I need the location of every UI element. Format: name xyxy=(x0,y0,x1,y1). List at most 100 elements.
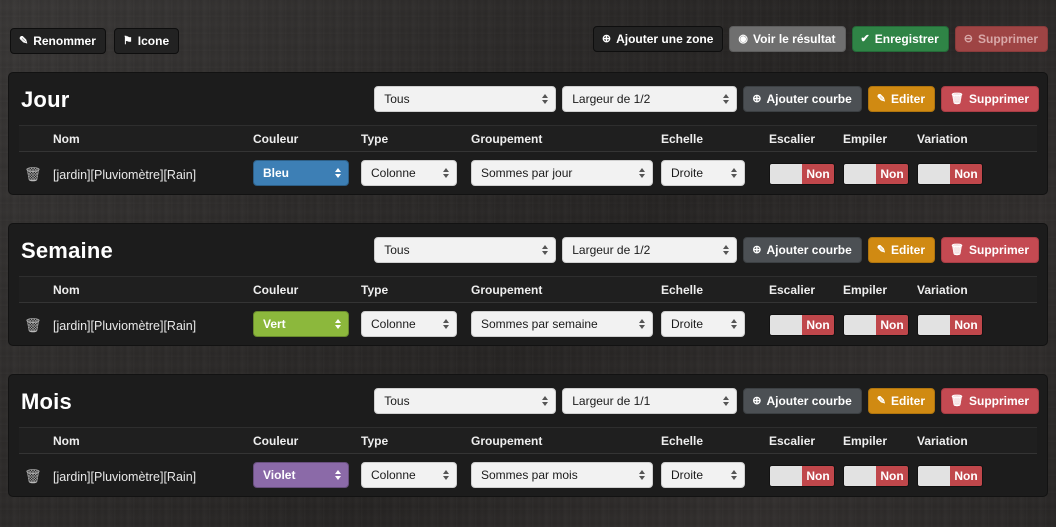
header-couleur: Couleur xyxy=(253,282,299,297)
panel-semaine-edit-button[interactable]: ✎ Editer xyxy=(867,237,936,263)
row-groupement-select[interactable]: Sommes par jour xyxy=(471,160,653,186)
panel-mois-width-select[interactable]: Largeur de 1/1 xyxy=(562,388,738,414)
row-type-select[interactable]: Colonne xyxy=(361,160,457,186)
delete-button[interactable]: ⊖ Supprimer xyxy=(954,26,1048,52)
trash-icon[interactable]: 🗑 xyxy=(24,468,42,484)
row-empiler-toggle[interactable]: Non xyxy=(843,313,909,336)
panel-mois-table: Nom Couleur Type Groupement Echelle Esca… xyxy=(19,427,1037,496)
row-type-select[interactable]: Colonne xyxy=(361,311,457,337)
toggle-knob xyxy=(918,465,950,486)
header-empiler: Empiler xyxy=(843,433,888,448)
icon-button[interactable]: ⚑ Icone xyxy=(113,28,180,54)
pencil-icon: ✎ xyxy=(19,34,29,47)
panel-jour-width-select[interactable]: Largeur de 1/2 xyxy=(562,86,738,112)
row-type-cell: Colonne xyxy=(361,311,471,340)
panel-semaine-width-select[interactable]: Largeur de 1/2 xyxy=(562,237,738,263)
panel-mois-delete-button[interactable]: 🗑 Supprimer xyxy=(941,388,1039,414)
header-variation: Variation xyxy=(917,282,968,297)
row-echelle-cell: Droite xyxy=(661,462,769,491)
row-echelle-select[interactable]: Droite xyxy=(661,160,745,186)
row-variation-cell: Non xyxy=(917,464,991,489)
panel-jour-delete-button[interactable]: 🗑 Supprimer xyxy=(941,86,1039,112)
row-groupement-select[interactable]: Sommes par mois xyxy=(471,462,653,488)
header-groupement: Groupement xyxy=(471,131,543,146)
toggle-label: Non xyxy=(802,163,834,184)
panel-jour-add-curve-button[interactable]: ⊕ Ajouter courbe xyxy=(743,86,862,112)
row-escalier-toggle[interactable]: Non xyxy=(769,162,835,185)
panel-semaine-delete-button[interactable]: 🗑 Supprimer xyxy=(941,237,1039,263)
row-couleur-select[interactable]: Violet xyxy=(253,462,349,488)
view-result-button-label: Voir le résultat xyxy=(753,32,836,46)
header-echelle: Echelle xyxy=(661,433,704,448)
header-type: Type xyxy=(361,282,389,297)
toggle-label: Non xyxy=(876,465,908,486)
trash-icon[interactable]: 🗑 xyxy=(24,166,42,182)
row-empiler-toggle[interactable]: Non xyxy=(843,464,909,487)
plus-circle-icon: ⊕ xyxy=(752,92,762,105)
eye-icon: ◉ xyxy=(738,32,749,45)
panel-jour-header: Jour Tous Largeur de 1/2 ⊕ Ajouter courb… xyxy=(9,73,1047,125)
row-escalier-cell: Non xyxy=(769,464,843,489)
panel-mois-filter-select[interactable]: Tous xyxy=(374,388,557,414)
row-variation-cell: Non xyxy=(917,162,991,187)
panel-semaine-add-curve-button[interactable]: ⊕ Ajouter courbe xyxy=(743,237,862,263)
header-echelle: Echelle xyxy=(661,282,704,297)
row-empiler-cell: Non xyxy=(843,162,917,187)
row-couleur-cell: Violet xyxy=(253,462,361,491)
pencil-icon: ✎ xyxy=(876,92,886,105)
row-couleur-select[interactable]: Vert xyxy=(253,311,349,337)
plus-circle-icon: ⊕ xyxy=(752,243,762,256)
toolbar-left-group: ✎ Renommer ⚑ Icone xyxy=(10,28,180,54)
panel-mois-delete-label: Supprimer xyxy=(968,394,1029,408)
top-toolbar: ✎ Renommer ⚑ Icone ⊕ Ajouter une zone ◉ … xyxy=(0,0,1056,62)
toggle-knob xyxy=(844,314,876,335)
row-nom: [jardin][Pluviomètre][Rain] xyxy=(53,167,197,182)
row-nom: [jardin][Pluviomètre][Rain] xyxy=(53,318,197,333)
header-couleur: Couleur xyxy=(253,131,299,146)
panel-semaine-edit-label: Editer xyxy=(891,243,926,257)
row-couleur-select[interactable]: Bleu xyxy=(253,160,349,186)
panel-mois-edit-button[interactable]: ✎ Editer xyxy=(867,388,936,414)
panel-jour-edit-button[interactable]: ✎ Editer xyxy=(867,86,936,112)
table-row: 🗑 [jardin][Pluviomètre][Rain] Bleu Colon… xyxy=(19,152,1037,194)
panel-semaine-add-curve-label: Ajouter courbe xyxy=(766,243,852,257)
row-echelle-select[interactable]: Droite xyxy=(661,462,745,488)
panel-jour-table: Nom Couleur Type Groupement Echelle Esca… xyxy=(19,125,1037,194)
toggle-label: Non xyxy=(876,314,908,335)
table-row: 🗑 [jardin][Pluviomètre][Rain] Violet Col… xyxy=(19,454,1037,496)
toggle-label: Non xyxy=(802,314,834,335)
add-zone-button-label: Ajouter une zone xyxy=(616,32,714,46)
row-delete-cell: 🗑 xyxy=(19,167,53,182)
save-button-label: Enregistrer xyxy=(874,32,939,46)
header-escalier: Escalier xyxy=(769,433,816,448)
toggle-knob xyxy=(770,163,802,184)
row-type-select[interactable]: Colonne xyxy=(361,462,457,488)
panel-mois-header: Mois Tous Largeur de 1/1 ⊕ Ajouter courb… xyxy=(9,375,1047,427)
row-groupement-select[interactable]: Sommes par semaine xyxy=(471,311,653,337)
panel-mois-add-curve-button[interactable]: ⊕ Ajouter courbe xyxy=(743,388,862,414)
row-escalier-toggle[interactable]: Non xyxy=(769,464,835,487)
panel-mois: Mois Tous Largeur de 1/1 ⊕ Ajouter courb… xyxy=(8,374,1048,497)
trash-icon: 🗑 xyxy=(950,243,964,256)
row-empiler-toggle[interactable]: Non xyxy=(843,162,909,185)
row-escalier-toggle[interactable]: Non xyxy=(769,313,835,336)
trash-icon[interactable]: 🗑 xyxy=(24,317,42,333)
save-button[interactable]: ✔ Enregistrer xyxy=(851,26,949,52)
header-groupement: Groupement xyxy=(471,282,543,297)
header-variation: Variation xyxy=(917,131,968,146)
panel-jour-filter-select[interactable]: Tous xyxy=(374,86,557,112)
icon-button-label: Icone xyxy=(137,34,170,48)
panel-semaine-title: Semaine xyxy=(21,238,113,263)
row-groupement-cell: Sommes par mois xyxy=(471,462,661,491)
rename-button[interactable]: ✎ Renommer xyxy=(10,28,106,54)
panel-semaine-filter-select[interactable]: Tous xyxy=(374,237,557,263)
view-result-button[interactable]: ◉ Voir le résultat xyxy=(729,26,846,52)
row-echelle-select[interactable]: Droite xyxy=(661,311,745,337)
row-variation-toggle[interactable]: Non xyxy=(917,162,983,185)
row-delete-cell: 🗑 xyxy=(19,318,53,333)
toggle-knob xyxy=(770,314,802,335)
row-variation-toggle[interactable]: Non xyxy=(917,313,983,336)
add-zone-button[interactable]: ⊕ Ajouter une zone xyxy=(592,26,724,52)
row-variation-toggle[interactable]: Non xyxy=(917,464,983,487)
header-empiler: Empiler xyxy=(843,131,888,146)
